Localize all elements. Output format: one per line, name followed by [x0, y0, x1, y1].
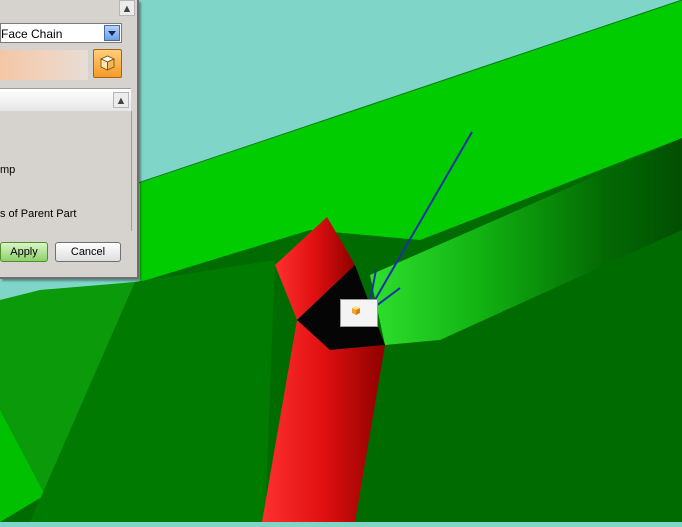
chevron-up-icon[interactable]: ▲: [119, 0, 135, 16]
color-swatch[interactable]: [0, 50, 88, 80]
dialog-panel: ▲ Face Chain ▲ mp s of Parent Part Apply…: [0, 0, 139, 279]
chevron-down-icon[interactable]: [104, 25, 120, 41]
option-label: mp: [0, 164, 16, 176]
option-label: s of Parent Part: [0, 208, 77, 220]
chevron-up-icon[interactable]: ▲: [113, 92, 129, 108]
selection-type-dropdown[interactable]: Face Chain: [0, 23, 122, 43]
apply-button[interactable]: Apply: [0, 242, 48, 262]
settings-section-header[interactable]: ▲: [0, 88, 131, 112]
select-object-button[interactable]: [93, 49, 122, 78]
cube-icon: [100, 55, 115, 71]
dialog-footer: Apply Cancel: [0, 235, 137, 275]
selection-marker[interactable]: [340, 299, 378, 327]
cube-icon: [352, 306, 360, 315]
cancel-button[interactable]: Cancel: [55, 242, 121, 262]
selection-type-value: Face Chain: [1, 27, 63, 41]
settings-section-body: mp s of Parent Part: [0, 111, 132, 231]
